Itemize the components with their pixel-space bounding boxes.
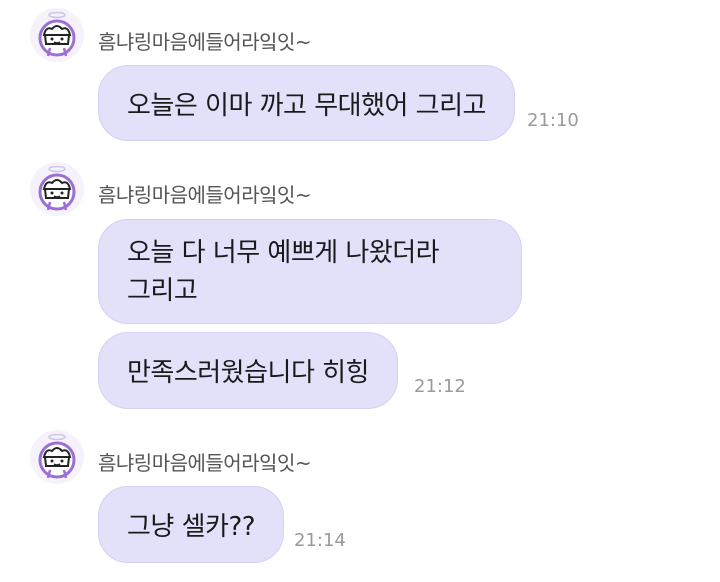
character-avatar-icon — [38, 433, 76, 479]
message-timestamp: 21:12 — [414, 376, 466, 397]
sender-name: 흠냐링마음에들어라잌잇~ — [98, 30, 312, 54]
character-avatar-icon — [38, 11, 76, 57]
message-text-line: 그리고 — [127, 275, 198, 306]
message-bubble[interactable]: 오늘 다 너무 예쁘게 나왔더라 그리고 — [98, 219, 522, 324]
character-avatar-icon — [38, 165, 76, 211]
message-text: 오늘은 이마 까고 무대했어 그리고 — [127, 90, 486, 121]
message-text: 만족스러웠습니다 히힝 — [127, 358, 369, 388]
sender-avatar[interactable] — [30, 162, 84, 216]
sender-avatar[interactable] — [30, 430, 84, 484]
sender-avatar[interactable] — [30, 8, 84, 62]
message-bubble[interactable]: 오늘은 이마 까고 무대했어 그리고 — [98, 65, 515, 141]
message-bubble[interactable]: 만족스러웠습니다 히힝 — [98, 332, 398, 409]
message-bubble[interactable]: 그냥 셀카?? — [98, 486, 285, 563]
message-timestamp: 21:10 — [527, 110, 579, 131]
message-text-line: 오늘 다 너무 예쁘게 나왔더라 — [127, 237, 440, 268]
message-timestamp: 21:14 — [294, 530, 346, 551]
sender-name: 흠냐링마음에들어라잌잇~ — [98, 451, 312, 475]
sender-name: 흠냐링마음에들어라잌잇~ — [98, 183, 312, 207]
message-text: 그냥 셀카?? — [127, 512, 256, 542]
